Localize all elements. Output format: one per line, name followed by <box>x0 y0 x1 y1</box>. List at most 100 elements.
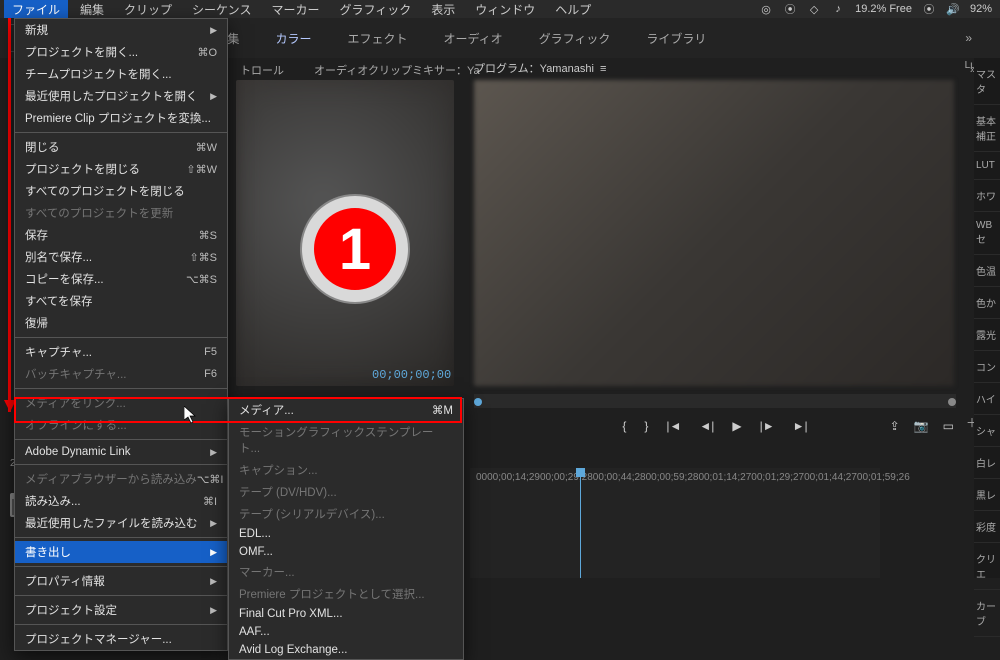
export-submenu-item-6[interactable]: OMF... <box>229 543 463 561</box>
workspace-tab-4[interactable]: エフェクト <box>347 30 407 47</box>
file-menu-item-25[interactable]: 読み込み...⌘I <box>15 490 227 512</box>
lumetri-section-8[interactable]: コン <box>974 351 1000 383</box>
export-submenu-item-9[interactable]: Final Cut Pro XML... <box>229 605 463 623</box>
export-submenu-item-7: マーカー... <box>229 561 463 583</box>
lumetri-section-3[interactable]: ホワ <box>974 180 1000 212</box>
lumetri-section-0[interactable]: マスタ <box>974 58 1000 105</box>
file-menu-item-13[interactable]: すべてを保存 <box>15 290 227 312</box>
os-menu-5[interactable]: グラフィック <box>331 0 419 20</box>
go-to-in-button[interactable]: |◄ <box>666 419 681 433</box>
lumetri-section-9[interactable]: ハイ <box>974 383 1000 415</box>
program-ruler[interactable] <box>474 394 956 408</box>
lumetri-section-11[interactable]: 白レ <box>974 447 1000 479</box>
os-menu-4[interactable]: マーカー <box>263 0 327 20</box>
workspace-tab-3[interactable]: カラー <box>275 30 311 47</box>
lumetri-section-13[interactable]: 彩度 <box>974 511 1000 543</box>
file-menu-item-28[interactable]: 書き出し▶ <box>15 541 227 563</box>
export-frame-button[interactable]: 📷 <box>914 419 929 433</box>
file-menu-item-2[interactable]: チームプロジェクトを開く... <box>15 63 227 85</box>
mixer-panel-tab[interactable]: オーディオクリップミキサー：Ya <box>314 62 480 78</box>
cc-icon: ◎ <box>759 2 773 16</box>
lift-button[interactable]: ⇪ <box>890 419 900 433</box>
file-menu-item-34[interactable]: プロジェクトマネージャー... <box>15 628 227 650</box>
panel-header-row: トロール オーディオクリップミキサー：Ya » <box>240 58 982 82</box>
workspace-tab-5[interactable]: オーディオ <box>443 30 502 47</box>
file-menu-item-7[interactable]: プロジェクトを閉じる⇧⌘W <box>15 158 227 180</box>
export-submenu-item-0[interactable]: メディア...⌘M <box>229 399 463 421</box>
lumetri-section-15[interactable]: カーブ <box>974 590 1000 637</box>
os-menu-8[interactable]: ヘルプ <box>547 0 599 20</box>
program-monitor[interactable] <box>474 80 954 386</box>
step-fwd-button[interactable]: |► <box>760 419 775 433</box>
headphone-icon: ♪ <box>831 2 845 16</box>
os-menu-0[interactable]: ファイル <box>4 0 68 20</box>
file-menu-item-14[interactable]: 復帰 <box>15 312 227 334</box>
lumetri-section-1[interactable]: 基本補正 <box>974 105 1000 152</box>
file-menu-item-12[interactable]: コピーを保存...⌥⌘S <box>15 268 227 290</box>
workspace-tab-6[interactable]: グラフィック <box>539 30 611 47</box>
playhead-end-icon[interactable] <box>948 398 956 406</box>
file-menu-item-24: メディアブラウザーから読み込み⌥⌘I <box>15 468 227 490</box>
lumetri-section-6[interactable]: 色か <box>974 287 1000 319</box>
lumetri-section-5[interactable]: 色温 <box>974 255 1000 287</box>
os-menu-bar: ファイル編集クリップシーケンスマーカーグラフィック表示ウィンドウヘルプ ◎ ⦿ … <box>0 0 1000 18</box>
timeline-tick-1: 00;00;14;29 <box>487 472 540 483</box>
lumetri-section-10[interactable]: シャ <box>974 415 1000 447</box>
timeline-tick-7: 00;01;44;27 <box>804 472 857 483</box>
lumetri-section-12[interactable]: 黒レ <box>974 479 1000 511</box>
record-icon: ⦿ <box>783 2 797 16</box>
export-submenu-item-10[interactable]: AAF... <box>229 623 463 641</box>
file-menu-item-16[interactable]: キャプチャ...F5 <box>15 341 227 363</box>
lumetri-section-7[interactable]: 露光 <box>974 319 1000 351</box>
file-menu-item-9: すべてのプロジェクトを更新 <box>15 202 227 224</box>
lumetri-section-4[interactable]: WB セ <box>974 212 1000 255</box>
os-menus: ファイル編集クリップシーケンスマーカーグラフィック表示ウィンドウヘルプ <box>0 0 599 20</box>
mark-out-button[interactable]: } <box>644 419 648 433</box>
file-menu-item-10[interactable]: 保存⌘S <box>15 224 227 246</box>
source-panel-tab[interactable]: トロール <box>240 62 284 78</box>
file-menu-item-32[interactable]: プロジェクト設定▶ <box>15 599 227 621</box>
timeline-tick-8: 00;01;59;26 <box>857 472 910 483</box>
mark-in-button[interactable]: { <box>622 419 626 433</box>
lumetri-section-14[interactable]: クリエ <box>974 543 1000 590</box>
file-menu-item-11[interactable]: 別名で保存...⇧⌘S <box>15 246 227 268</box>
workspace-more-icon[interactable]: » <box>965 31 972 45</box>
file-menu-item-4[interactable]: Premiere Clip プロジェクトを変換... <box>15 107 227 129</box>
dropbox-icon: ◇ <box>807 2 821 16</box>
timeline-panel[interactable]: 0000;00;14;2900;00;29;2800;00;44;2800;00… <box>470 468 880 578</box>
export-submenu-item-11[interactable]: Avid Log Exchange... <box>229 641 463 659</box>
go-to-out-button[interactable]: ►| <box>793 419 808 433</box>
play-button[interactable]: ▶ <box>732 419 741 433</box>
os-menu-6[interactable]: 表示 <box>423 0 463 20</box>
battery-text: 92% <box>970 3 992 15</box>
annotation-badge-1: 1 <box>302 196 408 302</box>
file-menu-item-19: メディアをリンク... <box>15 392 227 414</box>
timeline-scale: 0000;00;14;2900;00;29;2800;00;44;2800;00… <box>470 468 880 487</box>
step-back-button[interactable]: ◄| <box>699 419 714 433</box>
transport-controls: { } |◄ ◄| ▶ |► ►| ⇪ 📷 ▭ <box>474 414 956 438</box>
export-submenu-item-2: キャプション... <box>229 459 463 481</box>
playhead-start-icon[interactable] <box>474 398 482 406</box>
timeline-tick-4: 00;00;59;28 <box>646 472 699 483</box>
file-menu-item-3[interactable]: 最近使用したプロジェクトを開く▶ <box>15 85 227 107</box>
file-menu-item-30[interactable]: プロパティ情報▶ <box>15 570 227 592</box>
file-menu-item-0[interactable]: 新規▶ <box>15 19 227 41</box>
workspace-tab-7[interactable]: ライブラリ <box>646 30 706 47</box>
os-menu-7[interactable]: ウィンドウ <box>467 0 543 20</box>
overlay-button[interactable]: ▭ <box>943 419 954 433</box>
file-menu-item-22[interactable]: Adobe Dynamic Link▶ <box>15 443 227 461</box>
timeline-tick-3: 00;00;44;28 <box>593 472 646 483</box>
os-menu-2[interactable]: クリップ <box>116 0 180 20</box>
file-menu-item-26[interactable]: 最近使用したファイルを読み込む▶ <box>15 512 227 534</box>
os-menu-1[interactable]: 編集 <box>72 0 112 20</box>
program-panel-tab[interactable]: プログラム：Yamanashi ≡ <box>474 60 606 76</box>
export-submenu-item-5[interactable]: EDL... <box>229 525 463 543</box>
lumetri-section-2[interactable]: LUT <box>974 152 1000 180</box>
file-menu-item-1[interactable]: プロジェクトを開く...⌘O <box>15 41 227 63</box>
file-menu-item-6[interactable]: 閉じる⌘W <box>15 136 227 158</box>
timeline-playhead[interactable] <box>580 468 581 578</box>
file-menu-item-8[interactable]: すべてのプロジェクトを閉じる <box>15 180 227 202</box>
os-menu-3[interactable]: シーケンス <box>184 0 259 20</box>
file-menu-item-20: オフラインにする... <box>15 414 227 436</box>
wifi-icon: ⦿ <box>922 2 936 16</box>
